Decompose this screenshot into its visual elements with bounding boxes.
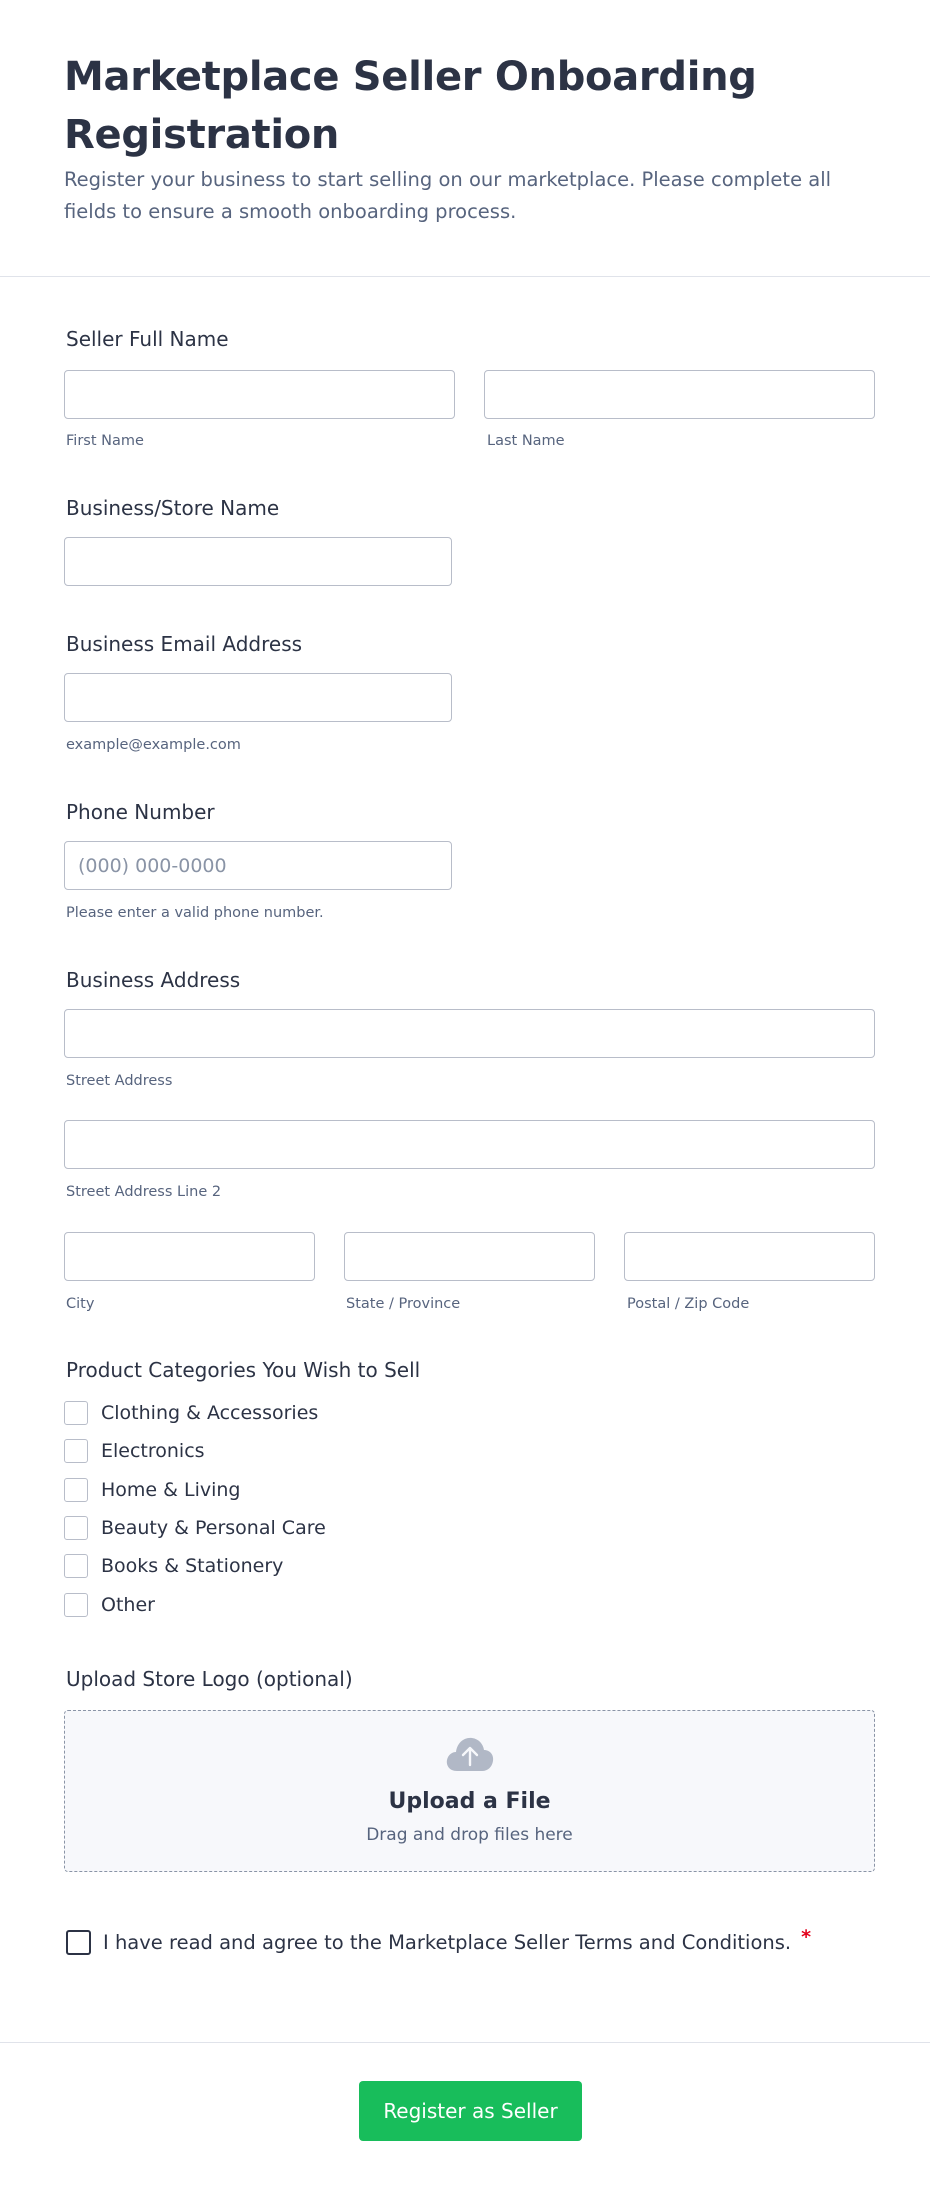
city-input[interactable] (64, 1232, 315, 1281)
street-address-input[interactable] (64, 1009, 875, 1058)
postal-code-input[interactable] (624, 1232, 875, 1281)
postal-code-sublabel: Postal / Zip Code (627, 1296, 750, 1312)
street-address-sublabel: Street Address (66, 1073, 173, 1089)
category-option-label: Books & Stationery (101, 1555, 284, 1577)
upload-label: Upload Store Logo (optional) (66, 1667, 353, 1691)
register-button[interactable]: Register as Seller (359, 2081, 582, 2141)
last-name-input[interactable] (484, 370, 875, 419)
form-header: Marketplace Seller Onboarding Registrati… (0, 0, 930, 277)
email-sublabel: example@example.com (66, 737, 241, 753)
phone-sublabel: Please enter a valid phone number. (66, 905, 324, 921)
category-option-label: Beauty & Personal Care (101, 1517, 326, 1539)
terms-label: I have read and agree to the Marketplace… (103, 1931, 792, 1954)
cloud-upload-icon (446, 1737, 494, 1771)
upload-title: Upload a File (388, 1789, 551, 1814)
state-sublabel: State / Province (346, 1296, 461, 1312)
page-subtitle: Register your business to start selling … (64, 168, 832, 223)
business-name-label: Business/Store Name (66, 496, 280, 520)
category-option[interactable]: Home & Living (64, 1477, 241, 1503)
phone-label: Phone Number (66, 800, 215, 824)
state-input[interactable] (344, 1232, 595, 1281)
phone-input[interactable] (64, 841, 452, 890)
categories-label: Product Categories You Wish to Sell (66, 1358, 421, 1382)
category-option-label: Other (101, 1594, 155, 1616)
checkbox[interactable] (64, 1516, 88, 1540)
checkbox[interactable] (64, 1554, 88, 1578)
city-sublabel: City (66, 1296, 95, 1312)
required-asterisk: * (801, 1925, 812, 1948)
street-address-line2-input[interactable] (64, 1120, 875, 1169)
category-option-label: Clothing & Accessories (101, 1402, 319, 1424)
form-footer: Register as Seller (0, 2042, 930, 2190)
email-input[interactable] (64, 673, 452, 722)
checkbox[interactable] (64, 1593, 88, 1617)
street-address-line2-sublabel: Street Address Line 2 (66, 1184, 222, 1200)
first-name-input[interactable] (64, 370, 455, 419)
first-name-sublabel: First Name (66, 433, 144, 449)
file-upload-dropzone[interactable]: Upload a File Drag and drop files here (64, 1710, 875, 1872)
category-option[interactable]: Other (64, 1592, 155, 1618)
page-title: Marketplace Seller Onboarding Registrati… (64, 54, 757, 158)
full-name-label: Seller Full Name (66, 327, 229, 351)
email-label: Business Email Address (66, 632, 303, 656)
category-option-label: Electronics (101, 1440, 205, 1462)
checkbox[interactable] (64, 1439, 88, 1463)
address-label: Business Address (66, 968, 241, 992)
category-option[interactable]: Clothing & Accessories (64, 1400, 318, 1426)
checkbox[interactable] (64, 1401, 88, 1425)
business-name-input[interactable] (64, 537, 452, 586)
last-name-sublabel: Last Name (487, 433, 565, 449)
checkbox[interactable] (64, 1478, 88, 1502)
terms-checkbox[interactable] (66, 1930, 91, 1955)
terms-agreement[interactable]: I have read and agree to the Marketplace… (66, 1926, 811, 1955)
category-option-label: Home & Living (101, 1479, 241, 1501)
category-option[interactable]: Beauty & Personal Care (64, 1515, 326, 1541)
category-option[interactable]: Books & Stationery (64, 1553, 283, 1579)
category-option[interactable]: Electronics (64, 1438, 205, 1464)
upload-subtitle: Drag and drop files here (366, 1825, 573, 1845)
